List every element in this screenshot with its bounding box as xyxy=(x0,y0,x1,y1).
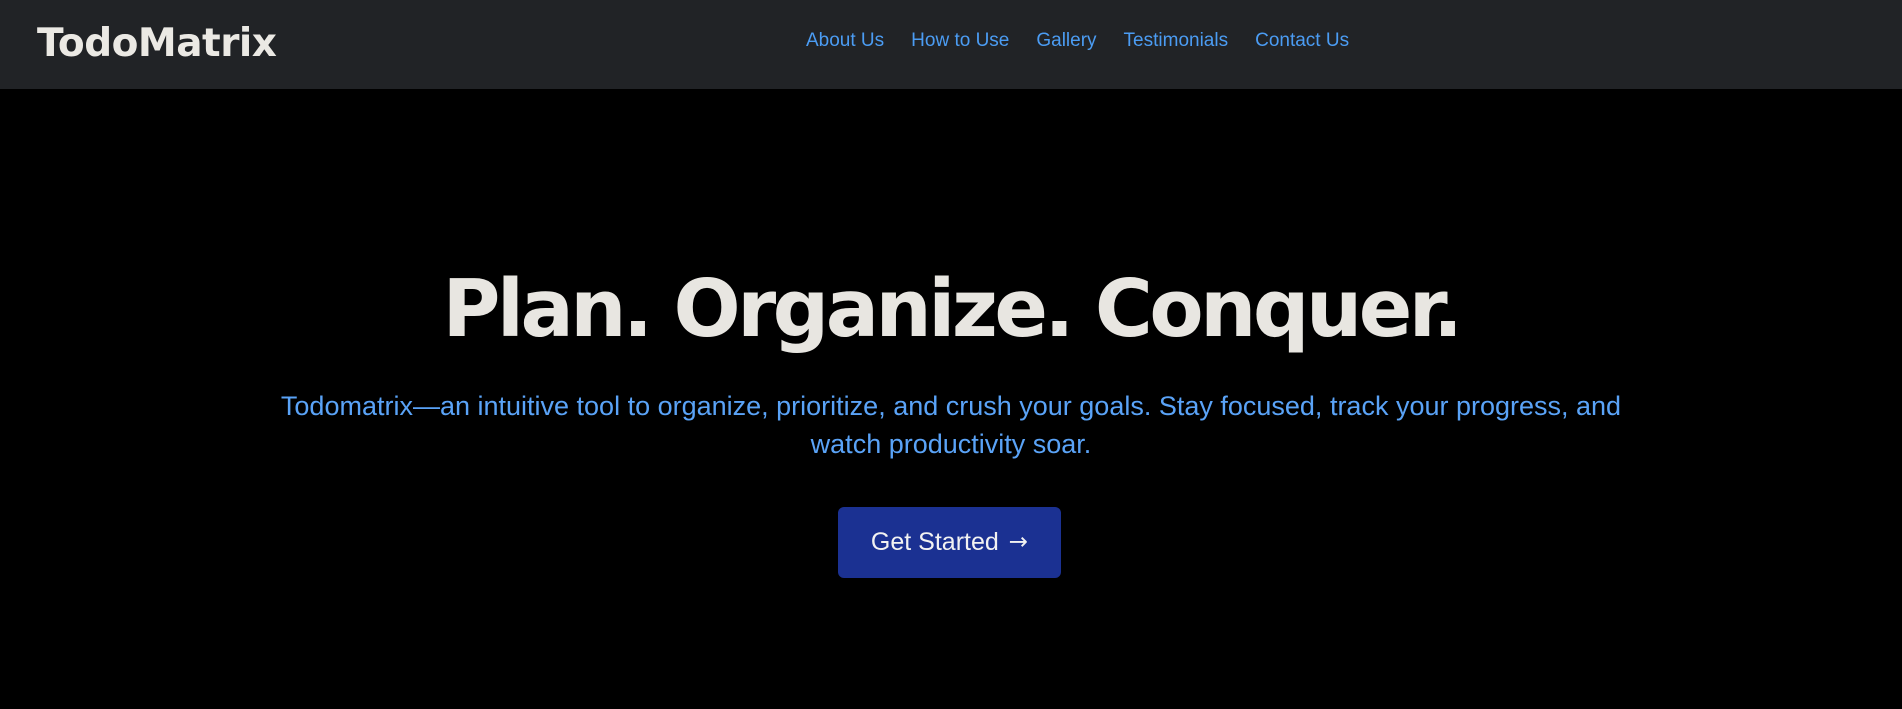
hero-title: Plan. Organize. Conquer. xyxy=(442,263,1464,355)
nav-link-contact-us[interactable]: Contact Us xyxy=(1242,29,1363,53)
nav-link-about-us[interactable]: About Us xyxy=(794,29,898,53)
nav-link-testimonials[interactable]: Testimonials xyxy=(1110,29,1242,53)
navbar: TodoMatrix About Us How to Use Gallery T… xyxy=(0,0,1902,89)
nav-link-gallery[interactable]: Gallery xyxy=(1023,29,1110,53)
hero-section: Plan. Organize. Conquer. Todomatrix—an i… xyxy=(0,89,1902,709)
arrow-right-icon: → xyxy=(1008,529,1029,555)
brand-logo[interactable]: TodoMatrix xyxy=(37,20,277,68)
nav-link-how-to-use[interactable]: How to Use xyxy=(898,29,1023,53)
hero-subtitle: Todomatrix—an intuitive tool to organize… xyxy=(280,391,1622,459)
get-started-button[interactable]: Get Started → xyxy=(838,507,1061,578)
get-started-label: Get Started xyxy=(870,528,999,556)
nav-links: About Us How to Use Gallery Testimonials… xyxy=(794,29,1363,53)
